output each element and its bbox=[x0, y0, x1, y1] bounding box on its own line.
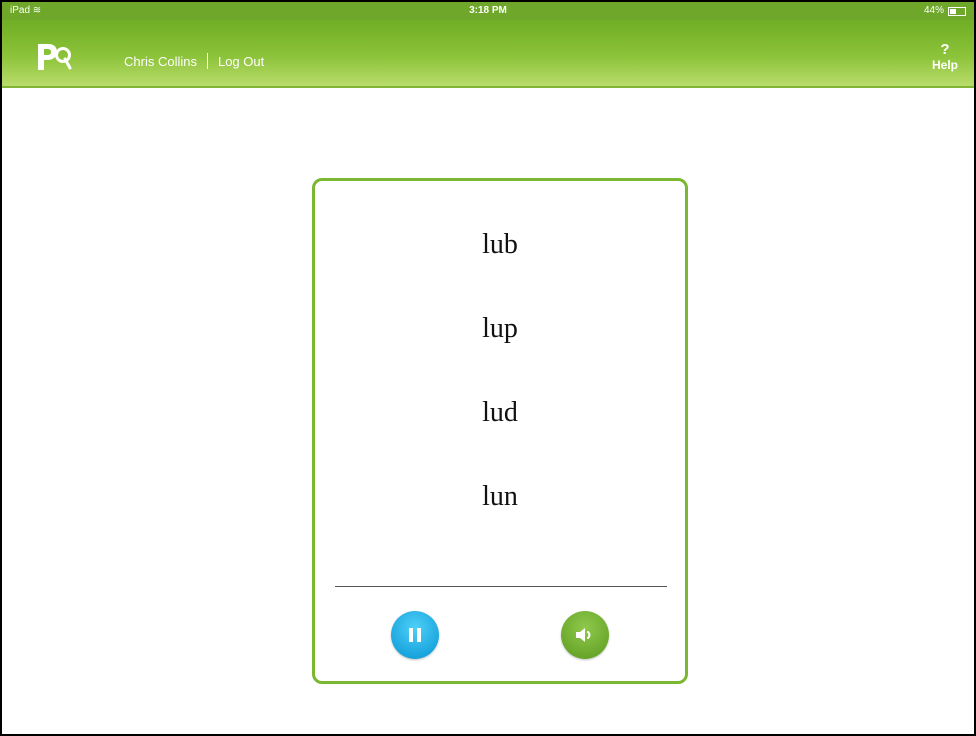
word-card: lub lup lud lun bbox=[312, 178, 688, 684]
user-links: Chris Collins Log Out bbox=[124, 53, 264, 69]
app-window: iPad ≋ 3:18 PM 44% Chris Collins Log Out… bbox=[0, 0, 976, 736]
battery-indicator: 44% bbox=[924, 2, 966, 20]
battery-percent: 44% bbox=[923, 5, 944, 16]
help-label: Help bbox=[931, 58, 958, 72]
word-option[interactable]: lup bbox=[315, 313, 685, 345]
sound-button[interactable] bbox=[561, 611, 609, 659]
pause-icon bbox=[409, 628, 421, 642]
status-time: 3:18 PM bbox=[469, 5, 507, 16]
battery-icon bbox=[948, 6, 966, 16]
top-nav-bar: Chris Collins Log Out ? Help bbox=[2, 20, 974, 88]
speaker-icon bbox=[576, 628, 591, 642]
word-option[interactable]: lun bbox=[315, 481, 685, 513]
help-icon: ? bbox=[940, 41, 950, 58]
status-bar: iPad ≋ 3:18 PM 44% bbox=[2, 2, 974, 20]
divider bbox=[206, 53, 208, 69]
logout-link[interactable]: Log Out bbox=[218, 54, 264, 69]
word-option[interactable]: lud bbox=[315, 397, 685, 429]
pause-button[interactable] bbox=[391, 611, 439, 659]
help-button[interactable]: ? Help bbox=[928, 41, 962, 73]
user-name-link[interactable]: Chris Collins bbox=[124, 54, 197, 69]
card-divider bbox=[335, 586, 667, 587]
word-option[interactable]: lub bbox=[315, 229, 685, 261]
pq-logo-icon[interactable] bbox=[36, 42, 72, 72]
